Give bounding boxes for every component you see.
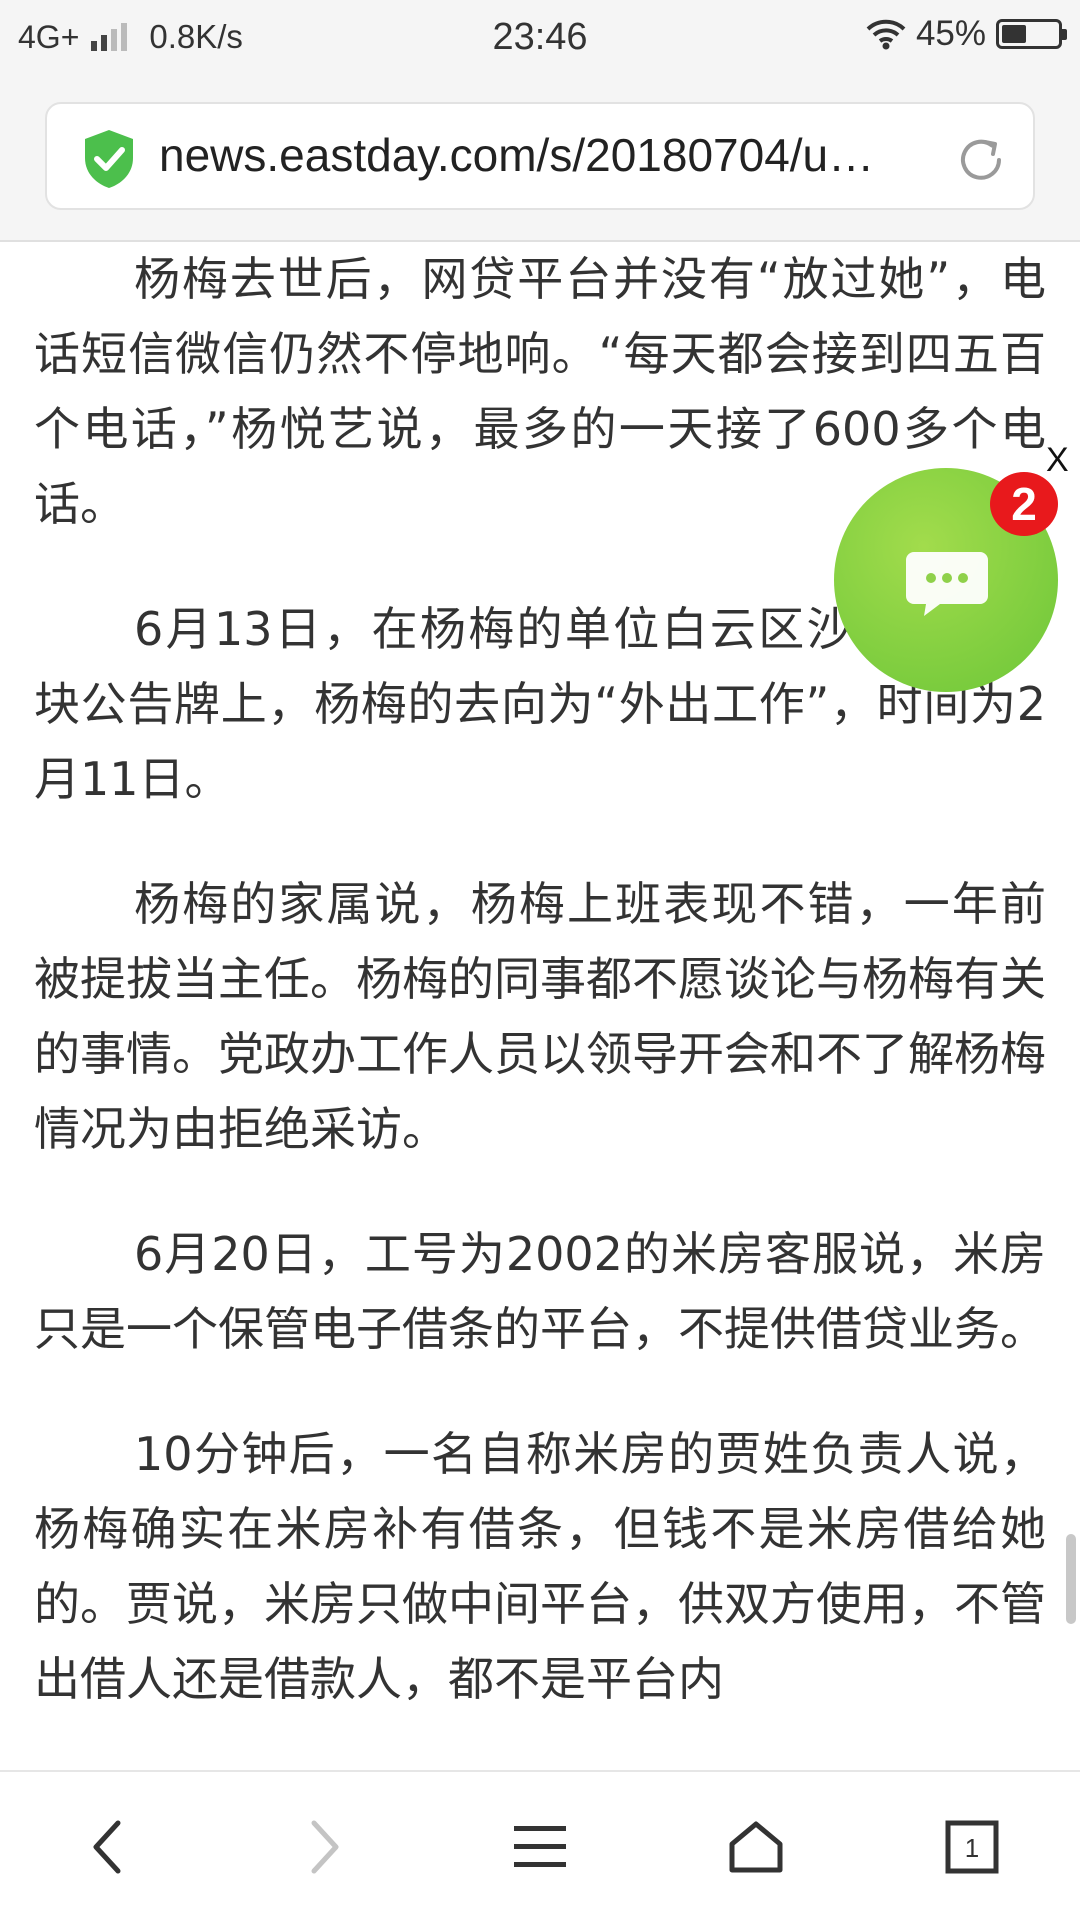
- menu-button[interactable]: [432, 1772, 648, 1922]
- shield-check-icon: [85, 130, 133, 188]
- tabs-count: 1: [965, 1833, 979, 1863]
- reload-icon[interactable]: [955, 134, 1007, 186]
- browser-toolbar: news.eastday.com/s/20180704/u…: [0, 76, 1080, 242]
- bottom-navigation: 1: [0, 1770, 1080, 1920]
- wifi-icon: [866, 19, 906, 50]
- home-button[interactable]: [648, 1772, 864, 1922]
- tabs-button[interactable]: 1: [864, 1772, 1080, 1922]
- battery-percent: 45%: [915, 14, 986, 53]
- article-paragraph: 10分钟后，一名自称米房的贾姓负责人说，杨梅确实在米房补有借条，但钱不是米房借给…: [34, 1427, 1046, 1706]
- close-chat-button[interactable]: X: [1046, 442, 1076, 478]
- article-paragraph: 杨梅的家属说，杨梅上班表现不错，一年前被提拔当主任。杨梅的同事都不愿谈论与杨梅有…: [34, 877, 1046, 1156]
- chat-bubble-icon: [906, 552, 988, 616]
- battery-fill: [1002, 25, 1026, 43]
- address-bar[interactable]: news.eastday.com/s/20180704/u…: [45, 102, 1035, 210]
- url-text[interactable]: news.eastday.com/s/20180704/u…: [159, 128, 959, 182]
- article-paragraph: 6月20日，工号为2002的米房客服说，米房只是一个保管电子借条的平台，不提供借…: [34, 1227, 1046, 1356]
- menu-icon: [514, 1826, 566, 1867]
- back-arrow-icon: [93, 1820, 121, 1874]
- tabs-icon: 1: [945, 1820, 999, 1874]
- back-button[interactable]: [0, 1772, 216, 1922]
- status-right: 45%: [866, 14, 1067, 54]
- article-body: 杨梅去世后，网贷平台并没有“放过她”，电话短信微信仍然不停地响。“每天都会接到四…: [0, 242, 1080, 1717]
- home-icon: [729, 1821, 783, 1873]
- forward-arrow-icon: [311, 1820, 339, 1874]
- scrollbar-thumb[interactable]: [1066, 1534, 1076, 1624]
- status-bar: 4G+ 0.8K/s 23:46 45%: [0, 0, 1080, 76]
- forward-button[interactable]: [216, 1772, 432, 1922]
- battery-icon: [996, 19, 1067, 49]
- notification-badge: 2: [990, 472, 1058, 536]
